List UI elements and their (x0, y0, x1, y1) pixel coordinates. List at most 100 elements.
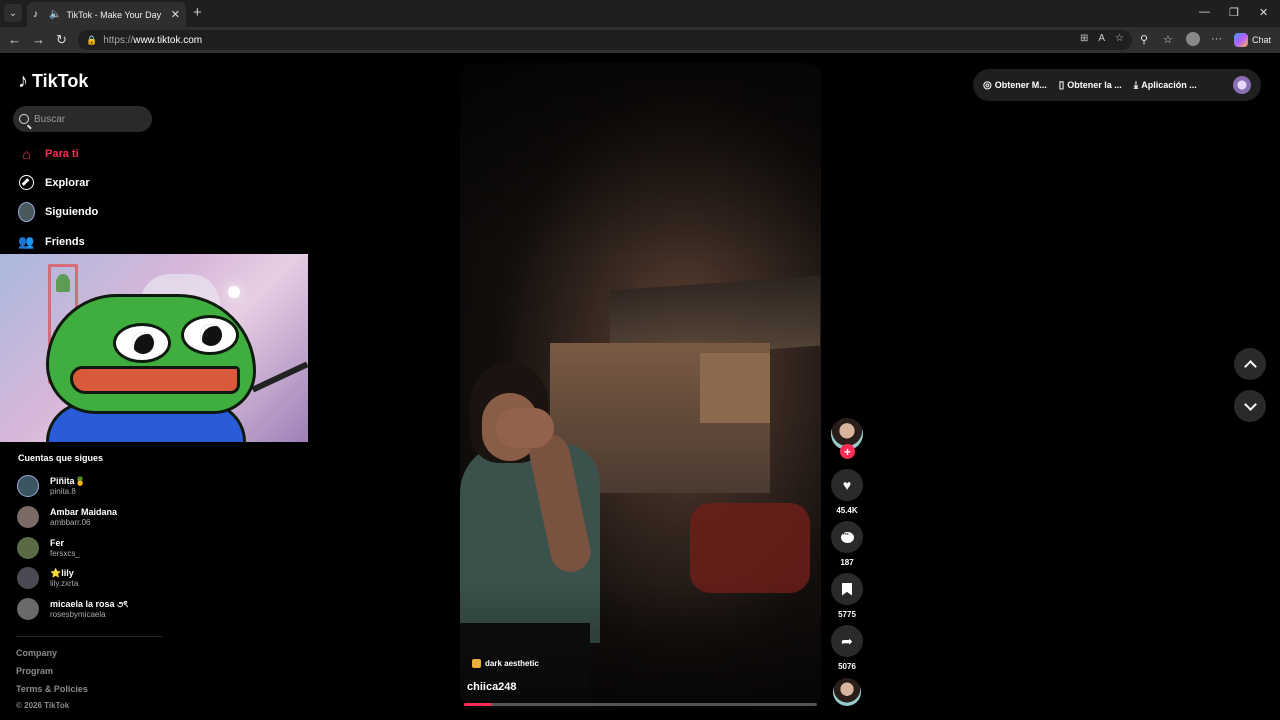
account-name: Piñita🍍 (50, 475, 86, 486)
account-handle: pinita.8 (50, 486, 76, 496)
minimize-icon[interactable]: — (1199, 6, 1210, 18)
following-avatar (18, 201, 35, 222)
next-video-button[interactable] (1234, 390, 1266, 422)
url-text: https://www.tiktok.com (103, 34, 203, 46)
action-label: Obtener la ... (1067, 80, 1122, 90)
desktop-app-button[interactable]: ⤓ Aplicación ... (1134, 80, 1197, 91)
like-button[interactable]: ♥ (831, 469, 863, 501)
sidebar-divider (16, 636, 162, 637)
heart-icon: ♥ (842, 477, 852, 493)
previous-video-button[interactable] (1234, 348, 1266, 380)
get-app-button[interactable]: ▯ Obtener la ... (1059, 80, 1122, 91)
extensions-icon[interactable]: ⚲ (1140, 33, 1148, 46)
url-actions: ⊞ A ☆ (1080, 33, 1124, 44)
save-count: 5775 (838, 610, 856, 619)
browser-profile-avatar[interactable] (1186, 32, 1200, 46)
close-window-icon[interactable]: ✕ (1259, 6, 1268, 19)
account-name: Ambar Maidana (50, 506, 118, 517)
avatar (17, 506, 39, 528)
video-player[interactable] (460, 63, 821, 708)
comment-button[interactable] (831, 521, 863, 553)
nav-item-friends[interactable]: 👥 Friends (18, 233, 85, 250)
translate-icon[interactable]: A (1098, 33, 1105, 44)
overlay-frog-image (0, 254, 308, 442)
account-name: micaela la rosa ૭ৎ (50, 598, 129, 609)
download-icon: ⤓ (1133, 79, 1139, 91)
video-username[interactable]: chiica248 (467, 681, 517, 693)
share-icon: ➦ (841, 632, 853, 649)
friends-icon: 👥 (18, 233, 35, 249)
chevron-down-icon (1243, 397, 1257, 411)
tiktok-note-icon: ♪ (18, 70, 28, 92)
chat-label: Chat (1252, 35, 1272, 45)
avatar (17, 598, 39, 620)
restore-icon[interactable]: ❐ (1229, 6, 1239, 19)
action-label: Aplicación ... (1141, 80, 1197, 90)
browser-tab-bar: ⌄ ♪ 🔈 TikTok - Make Your Day ✕ + — ❐ ✕ (0, 0, 1280, 27)
close-tab-icon[interactable]: ✕ (171, 8, 180, 21)
nav-item-para-ti[interactable]: ⌂ Para ti (18, 145, 79, 162)
url-field[interactable]: 🔒 https://www.tiktok.com ⊞ A ☆ (78, 30, 1132, 50)
nav-item-siguiendo[interactable]: Siguiendo (18, 201, 99, 222)
video-progress-bar[interactable] (464, 703, 817, 706)
app-available-icon[interactable]: ⊞ (1080, 33, 1088, 44)
tab-title: TikTok - Make Your Day (66, 9, 162, 20)
nav-label: Para ti (45, 147, 79, 160)
new-tab-icon[interactable]: + (193, 4, 202, 21)
tag-label: dark aesthetic (485, 659, 539, 668)
comment-icon (840, 529, 854, 543)
profile-avatar[interactable] (1233, 76, 1251, 94)
search-input[interactable] (34, 113, 144, 125)
account-name: ⭐lily (50, 567, 74, 578)
coin-icon: ◎ (983, 79, 992, 91)
search-icon[interactable] (19, 114, 29, 124)
phone-icon: ▯ (1058, 79, 1065, 91)
save-button[interactable] (831, 573, 863, 605)
avatar (17, 475, 39, 497)
refresh-icon[interactable]: ↻ (56, 32, 67, 48)
follow-plus-icon[interactable]: + (840, 444, 855, 459)
tab-actions-icon[interactable]: ⌄ (4, 4, 22, 22)
nav-item-explorar[interactable]: Explorar (18, 174, 90, 191)
share-count: 5076 (838, 662, 856, 671)
bookmark-icon (842, 582, 852, 596)
tiktok-logo[interactable]: ♪ TikTok (18, 70, 88, 93)
action-label: Obtener M... (994, 80, 1047, 90)
video-tag[interactable]: dark aesthetic (472, 659, 539, 668)
footer-link-company[interactable]: Company (16, 648, 57, 658)
lock-icon[interactable]: 🔒 (86, 35, 97, 46)
share-button[interactable]: ➦ (831, 625, 863, 657)
nav-label: Explorar (45, 176, 90, 189)
top-actions-bar: ◎ Obtener M... ▯ Obtener la ... ⤓ Aplica… (973, 69, 1261, 101)
followed-account[interactable]: micaela la rosa ૭ৎ rosesbymicaela (17, 598, 128, 620)
favorites-icon[interactable]: ☆ (1163, 33, 1173, 46)
account-handle: rosesbymicaela (50, 609, 106, 619)
followed-account[interactable]: Ambar Maidana ambbarr.06 (17, 506, 117, 528)
search-box[interactable] (13, 106, 152, 132)
get-coins-button[interactable]: ◎ Obtener M... (983, 80, 1047, 91)
forward-icon[interactable]: → (32, 32, 45, 47)
followed-account[interactable]: Fer fersxcs_ (17, 537, 80, 559)
favorite-star-icon[interactable]: ☆ (1115, 33, 1124, 44)
footer-link-terms[interactable]: Terms & Policies (16, 684, 88, 694)
compass-icon (18, 174, 35, 191)
speaker-icon[interactable]: 🔈 (49, 9, 61, 20)
logo-text: TikTok (32, 71, 89, 91)
followed-account[interactable]: Piñita🍍 pinita.8 (17, 475, 86, 497)
music-disc-avatar[interactable] (833, 678, 861, 706)
browser-address-bar: ← → ↻ 🔒 https://www.tiktok.com ⊞ A ☆ ⚲ ☆… (0, 27, 1280, 53)
back-icon[interactable]: ← (8, 32, 21, 47)
account-handle: lily.zxrta (50, 578, 79, 588)
avatar (17, 537, 39, 559)
followed-account[interactable]: ⭐lily lily.zxrta (17, 567, 78, 589)
nav-label: Friends (45, 235, 85, 248)
account-handle: fersxcs_ (50, 548, 80, 558)
browser-tab[interactable]: ♪ 🔈 TikTok - Make Your Day ✕ (27, 2, 186, 27)
home-icon: ⌂ (22, 145, 31, 162)
footer-link-program[interactable]: Program (16, 666, 53, 676)
more-menu-icon[interactable]: ··· (1211, 33, 1222, 45)
nav-label: Siguiendo (45, 205, 99, 218)
copilot-chat-button[interactable]: Chat (1234, 33, 1271, 47)
tiktok-favicon-icon: ♪ (33, 9, 38, 20)
tag-icon (472, 659, 481, 668)
